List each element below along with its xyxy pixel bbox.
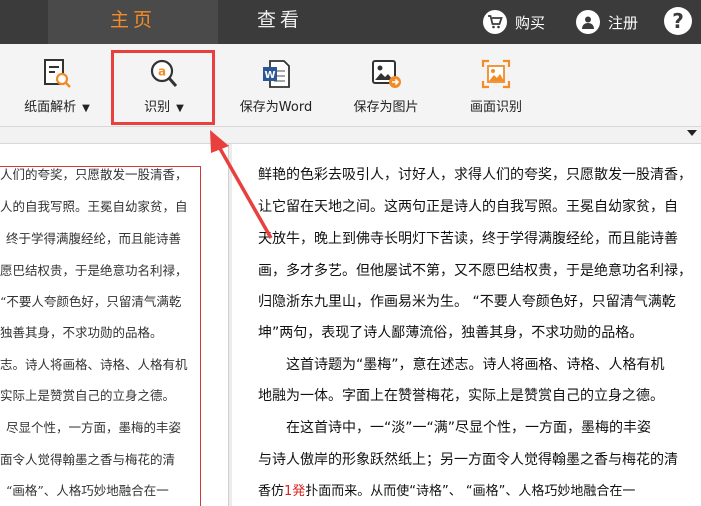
save-image-icon xyxy=(369,58,403,90)
register-button[interactable]: 注册 xyxy=(576,8,638,36)
svg-text:W: W xyxy=(264,70,275,81)
save-as-word-button[interactable]: W 保存为Word xyxy=(228,44,324,126)
screen-recognize-icon xyxy=(479,58,513,90)
toolbar: 纸面解析 ▼ a 识别 ▼ W 保存为Word 保存为图片 画面识别 xyxy=(0,44,701,127)
document-search-icon xyxy=(40,58,74,90)
tab-home[interactable]: 主页 xyxy=(48,0,218,44)
user-icon xyxy=(576,10,600,34)
recognized-text-line: 鲜艳的色彩去吸引人，讨好人，求得人们的夸奖，只愿散发一股清香， xyxy=(258,167,692,183)
recognized-text-line: 香仿1発扑面而来。从而使“诗格”、 “画格”、人格巧妙地融合在一 xyxy=(258,480,635,499)
paper-analysis-button[interactable]: 纸面解析 ▼ xyxy=(14,44,100,126)
source-text-line: 面令人觉得翰墨之香与梅花的清 xyxy=(0,452,176,467)
register-label: 注册 xyxy=(608,13,639,32)
cart-icon xyxy=(483,10,507,34)
screen-recognize-button[interactable]: 画面识别 xyxy=(454,44,538,126)
source-text-line: 实际上是赞赏自己的立身之德。 xyxy=(0,388,176,403)
source-text-line: 人的自我写照。王冕自幼家贫，自 xyxy=(0,199,188,214)
source-text-line: “画格”、人格巧妙地融合在一 xyxy=(6,483,169,498)
recognized-text-line: 归隐浙东九里山，作画易米为生。 “不要人夸颜色好，只留清气满乾 xyxy=(258,294,676,310)
recognized-text-line: 画，多才多艺。但他屡试不第，又不愿巴结权贵，于是绝意功名利禄， xyxy=(258,263,692,279)
save-as-word-label: 保存为Word xyxy=(239,100,313,115)
tab-view[interactable]: 查看 xyxy=(230,0,330,44)
source-text-line: 人们的夸奖，只愿散发一股清香， xyxy=(0,167,188,182)
recognized-text-line: 在这首诗中，一“淡”一“满”尽显个性，一方面，墨梅的丰姿 xyxy=(286,420,652,436)
buy-label: 购买 xyxy=(515,13,546,32)
top-bar: 主页 查看 购买 注册 ? xyxy=(0,0,701,44)
chevron-down-icon[interactable] xyxy=(687,130,697,136)
help-icon[interactable]: ? xyxy=(664,7,692,35)
word-icon: W xyxy=(259,58,293,90)
source-text-line: 尽显个性，一方面，墨梅的丰姿 xyxy=(6,420,182,435)
recognized-text-segment: 扑面而来。从而使“诗格”、 “画格”、人格巧妙地融合在一 xyxy=(305,484,636,499)
buy-button[interactable]: 购买 xyxy=(483,8,545,36)
recognized-text-line: 坤”两句，表现了诗人鄙薄流俗，独善其身，不求功勋的品格。 xyxy=(258,325,644,341)
source-text-line: 终于学得满腹经纶，而且能诗善 xyxy=(6,231,182,246)
screen-recognize-label: 画面识别 xyxy=(469,100,522,115)
recognized-text-line: 天放牛，晚上到佛寺长明灯下苦读，终于学得满腹经纶，而且能诗善 xyxy=(258,231,678,247)
source-image-pane[interactable]: 人们的夸奖，只愿散发一股清香， 人的自我写照。王冕自幼家贫，自 终于学得满腹经纶… xyxy=(0,144,228,506)
recognized-text-line: 与诗人傲岸的形象跃然纸上；另一方面令人觉得翰墨之香与梅花的清 xyxy=(258,452,678,468)
recognized-text-line: 这首诗题为“墨梅”，意在述志。诗人将画格、诗格、人格有机 xyxy=(286,357,665,373)
chevron-down-icon: ▼ xyxy=(82,103,90,114)
save-as-image-label: 保存为图片 xyxy=(353,100,419,115)
source-text-line: 愿巴结权贵，于是绝意功名利禄， xyxy=(0,263,188,278)
recognize-highlight-box xyxy=(111,50,215,125)
source-text-line: 独善其身，不求功勋的品格。 xyxy=(0,325,163,340)
source-text-line: 志。诗人将画格、诗格、人格有机 xyxy=(0,357,188,372)
source-text-line: “不要人夸颜色好，只留清气满乾 xyxy=(0,294,182,309)
recognized-text-pane[interactable]: 鲜艳的色彩去吸引人，讨好人，求得人们的夸奖，只愿散发一股清香， 让它留在天地之间… xyxy=(232,144,701,506)
recognized-text-line: 让它留在天地之间。这两句正是诗人的自我写照。王冕自幼家贫，自 xyxy=(258,199,678,215)
recognized-text-segment: 香仿 xyxy=(258,484,285,499)
recognized-text-line: 地融为一体。字面上在赞誉梅花，实际上是赞赏自己的立身之德。 xyxy=(258,388,664,404)
save-as-image-button[interactable]: 保存为图片 xyxy=(342,44,430,126)
paper-analysis-label: 纸面解析 xyxy=(24,100,77,115)
recognition-error-mark: 1発 xyxy=(284,484,306,499)
panel-header-strip xyxy=(0,127,701,144)
